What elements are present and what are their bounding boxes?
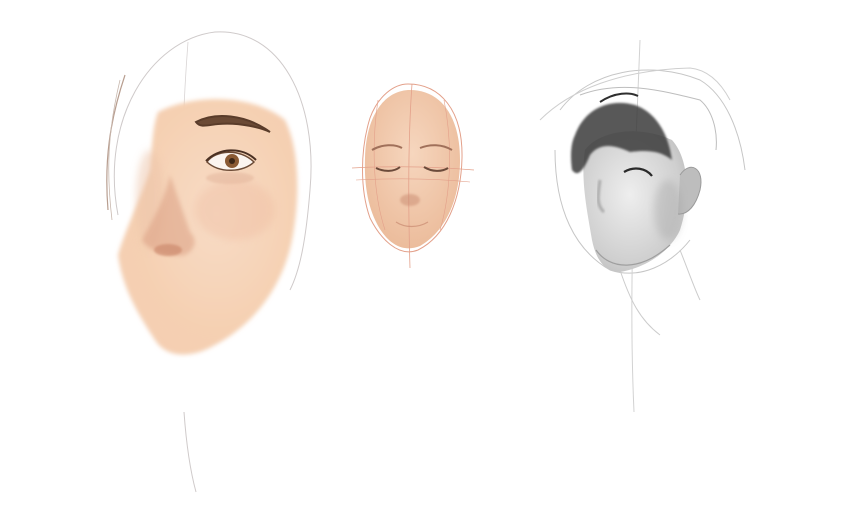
grayscale-face-sketch xyxy=(539,39,746,413)
hair-strand xyxy=(599,92,639,103)
closed-eyes-face-sketch xyxy=(351,83,475,269)
nose-shadow xyxy=(400,194,420,206)
neck-line xyxy=(679,249,701,301)
nostril xyxy=(154,244,182,256)
realistic-face-sketch xyxy=(106,31,312,493)
cheek-shadow xyxy=(195,180,275,240)
pupil xyxy=(229,158,235,164)
neck-line xyxy=(183,411,197,493)
side-shadow xyxy=(654,180,682,240)
under-eye-shadow xyxy=(206,172,254,184)
neck-line xyxy=(619,269,661,336)
guide-line xyxy=(108,79,121,221)
drawing-canvas[interactable] xyxy=(0,0,854,512)
